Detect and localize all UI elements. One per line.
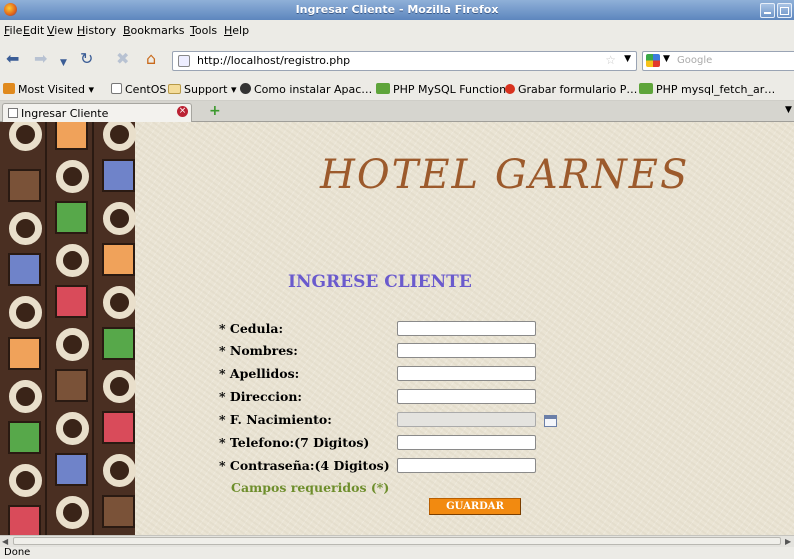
direccion-label: * Direccion: bbox=[219, 389, 303, 404]
url-bar[interactable]: http://localhost/registro.php ☆ ▼ bbox=[172, 51, 637, 71]
bookmark-php-mysql[interactable]: PHP MySQL Functions bbox=[376, 83, 512, 96]
tab-ingresar-cliente[interactable]: Ingresar Cliente × bbox=[2, 103, 192, 122]
tab-label: Ingresar Cliente bbox=[21, 107, 109, 120]
navigation-toolbar: ⬅ ➡ ▼ ↻ ✖ ⌂ http://localhost/registro.ph… bbox=[0, 40, 794, 79]
bookmark-most-visited[interactable]: Most Visited ▾ bbox=[3, 83, 94, 96]
menu-bookmarks[interactable]: Bookmarks bbox=[123, 24, 184, 37]
new-tab-icon[interactable]: + bbox=[209, 103, 221, 119]
folder-icon bbox=[168, 84, 181, 94]
hotel-heading: HOTEL GARNES bbox=[320, 152, 690, 198]
php-icon bbox=[376, 83, 390, 94]
search-engine-icon[interactable] bbox=[646, 54, 660, 67]
stop-icon[interactable]: ✖ bbox=[116, 50, 129, 68]
engine-dropdown-icon[interactable]: ▼ bbox=[663, 54, 670, 64]
forward-icon[interactable]: ➡ bbox=[34, 50, 47, 68]
scrollbar-thumb[interactable] bbox=[13, 537, 781, 545]
calendar-icon[interactable] bbox=[544, 415, 557, 427]
bookmark-como-instalar[interactable]: Como instalar Apac… bbox=[240, 83, 372, 96]
search-box[interactable]: ▼ Google bbox=[642, 51, 794, 71]
cedula-label: * Cedula: bbox=[219, 321, 284, 336]
menu-bar: File Edit View History Bookmarks Tools H… bbox=[0, 20, 794, 40]
page-icon bbox=[178, 55, 190, 67]
required-note: Campos requeridos (*) bbox=[231, 480, 390, 495]
page-icon bbox=[8, 108, 18, 118]
telefono-field[interactable] bbox=[397, 435, 536, 450]
form-title: INGRESE CLIENTE bbox=[288, 272, 472, 292]
window-titlebar: Ingresar Cliente - Mozilla Firefox bbox=[0, 0, 794, 20]
wordpress-icon bbox=[240, 83, 251, 94]
status-bar: Done bbox=[0, 547, 794, 559]
apellidos-label: * Apellidos: bbox=[219, 366, 300, 381]
nombres-label: * Nombres: bbox=[219, 343, 298, 358]
bookmark-star-icon[interactable]: ☆ bbox=[605, 53, 616, 67]
nacimiento-field[interactable] bbox=[397, 412, 536, 427]
menu-file[interactable]: File bbox=[4, 24, 22, 37]
menu-view[interactable]: View bbox=[47, 24, 73, 37]
php-icon bbox=[639, 83, 653, 94]
bookmarks-toolbar: Most Visited ▾ CentOS Support ▾ Como ins… bbox=[0, 78, 794, 101]
page-content: HOTEL GARNES INGRESE CLIENTE * Cedula: *… bbox=[0, 122, 794, 535]
scroll-left-icon[interactable]: ◀ bbox=[2, 537, 8, 546]
maximize-button[interactable] bbox=[777, 3, 792, 18]
nombres-field[interactable] bbox=[397, 343, 536, 358]
close-tab-icon[interactable]: × bbox=[177, 106, 188, 117]
status-text: Done bbox=[4, 547, 31, 558]
home-icon[interactable]: ⌂ bbox=[146, 50, 156, 68]
menu-edit[interactable]: Edit bbox=[23, 24, 44, 37]
window-title: Ingresar Cliente - Mozilla Firefox bbox=[295, 3, 499, 16]
menu-history[interactable]: History bbox=[77, 24, 116, 37]
scroll-right-icon[interactable]: ▶ bbox=[785, 537, 791, 546]
reload-icon[interactable]: ↻ bbox=[80, 50, 93, 68]
tab-bar: Ingresar Cliente × + ▼ bbox=[0, 101, 794, 122]
menu-help[interactable]: Help bbox=[224, 24, 249, 37]
bookmark-centos[interactable]: CentOS bbox=[111, 83, 166, 96]
bookmark-support[interactable]: Support ▾ bbox=[168, 83, 237, 96]
back-icon[interactable]: ⬅ bbox=[6, 50, 19, 68]
history-dropdown-icon[interactable]: ▼ bbox=[60, 54, 67, 72]
tab-list-dropdown-icon[interactable]: ▼ bbox=[785, 105, 792, 115]
save-button[interactable]: GUARDAR bbox=[429, 498, 521, 515]
horizontal-scrollbar[interactable]: ◀ ▶ bbox=[0, 535, 794, 547]
url-dropdown-icon[interactable]: ▼ bbox=[624, 54, 631, 64]
bookmark-php-fetch[interactable]: PHP mysql_fetch_ar… bbox=[639, 83, 775, 96]
most-visited-icon bbox=[3, 83, 15, 94]
page-icon bbox=[111, 83, 122, 94]
direccion-field[interactable] bbox=[397, 389, 536, 404]
menu-tools[interactable]: Tools bbox=[190, 24, 217, 37]
search-placeholder: Google bbox=[677, 55, 713, 66]
contrasena-field[interactable] bbox=[397, 458, 536, 473]
decorative-pattern bbox=[0, 122, 136, 535]
url-text: http://localhost/registro.php bbox=[197, 54, 351, 67]
contrasena-label: * Contraseña:(4 Digitos) bbox=[219, 458, 390, 473]
apellidos-field[interactable] bbox=[397, 366, 536, 381]
bookmark-red-icon bbox=[505, 84, 515, 94]
minimize-button[interactable] bbox=[760, 3, 775, 18]
telefono-label: * Telefono:(7 Digitos) bbox=[219, 435, 370, 450]
bookmark-grabar-formulario[interactable]: Grabar formulario P… bbox=[505, 83, 637, 96]
cedula-field[interactable] bbox=[397, 321, 536, 336]
nacimiento-label: * F. Nacimiento: bbox=[219, 412, 332, 427]
